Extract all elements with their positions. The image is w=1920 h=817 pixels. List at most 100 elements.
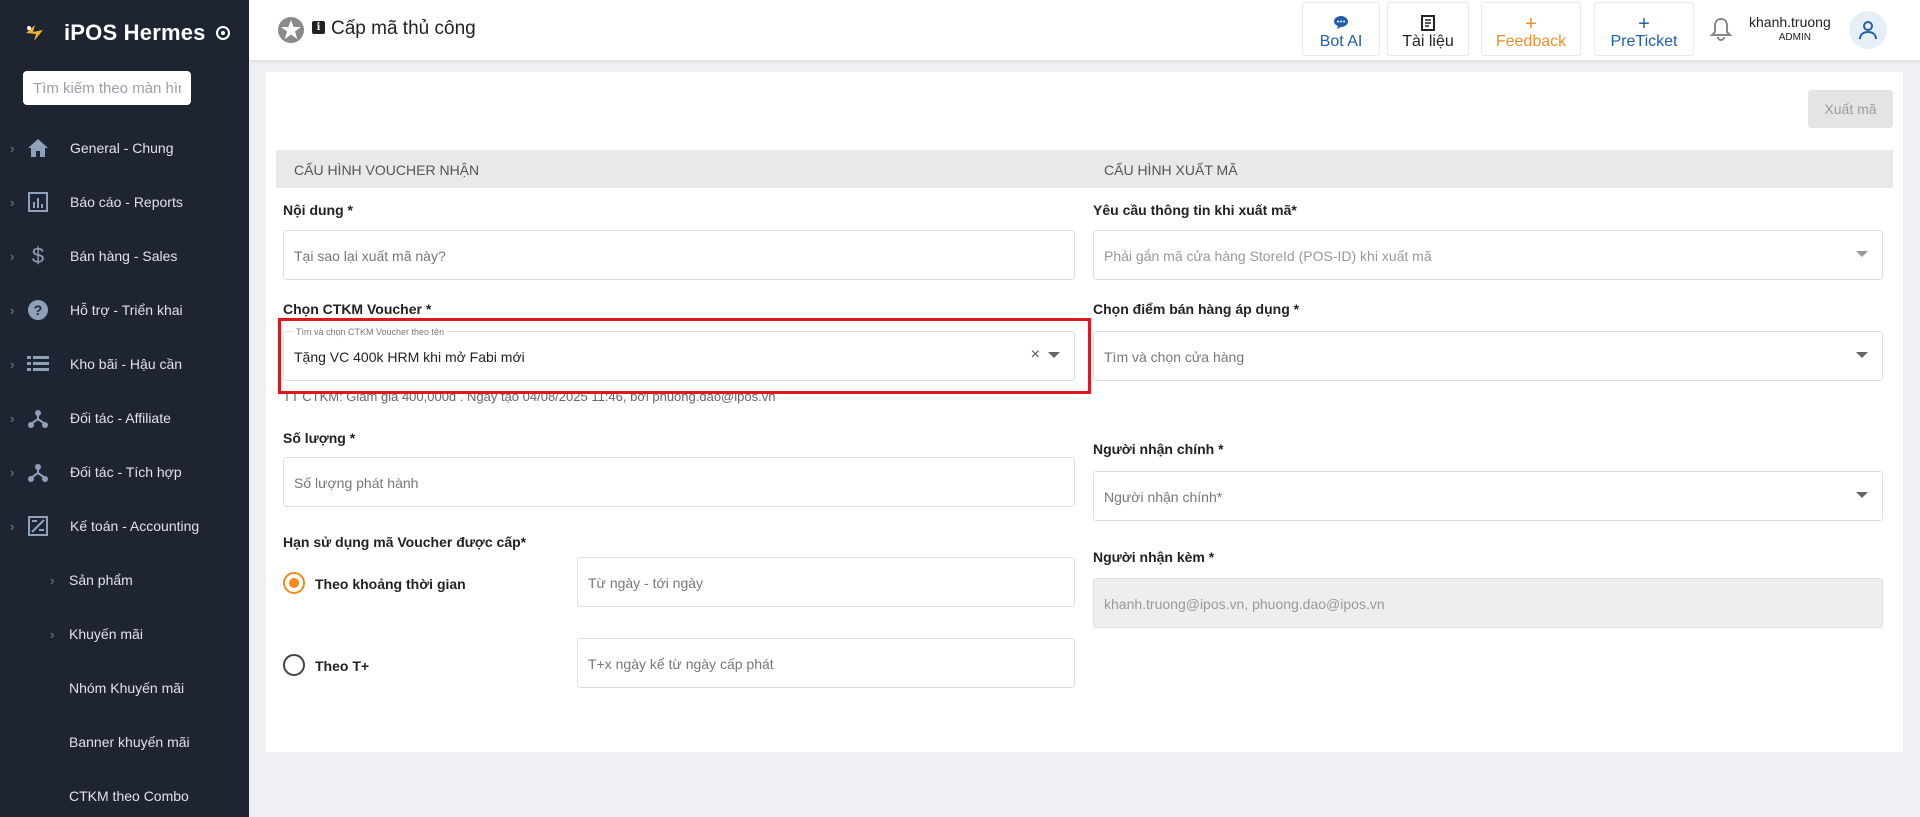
plus-icon: + <box>1638 13 1650 35</box>
chevron-right-icon: › <box>10 302 15 318</box>
export-requirement-placeholder: Phải gắn mã cửa hàng StoreId (POS-ID) kh… <box>1104 248 1432 264</box>
section-voucher-config: CẤU HÌNH VOUCHER NHẬN <box>294 162 480 178</box>
network-icon <box>27 461 49 483</box>
store-select[interactable]: Tìm và chọn cửa hàng <box>1093 331 1883 381</box>
sidebar-subitem-label: CTKM theo Combo <box>69 788 189 804</box>
feedback-label: Feedback <box>1495 33 1567 50</box>
avatar[interactable] <box>1849 11 1887 49</box>
chevron-right-icon: › <box>10 464 15 480</box>
plus-icon: + <box>1525 13 1537 35</box>
store-select-label: Chọn điểm bán hàng áp dụng * <box>1093 301 1300 317</box>
sidebar-subitem-products[interactable]: › Sản phẩm <box>0 553 249 607</box>
expiry-label: Hạn sử dụng mã Voucher được cấp* <box>283 534 527 550</box>
sidebar-item-label: Đối tác - Tích hợp <box>70 464 182 480</box>
quantity-label: Số lượng * <box>283 430 356 446</box>
sidebar: iPOS Hermes › General - Chung › Báo cáo … <box>0 0 249 817</box>
sidebar-item-label: Đối tác - Affiliate <box>70 410 171 426</box>
user-info[interactable]: khanh.truong ADMIN <box>1749 14 1831 43</box>
date-range-input[interactable]: Từ ngày - tới ngày <box>577 557 1075 607</box>
user-icon <box>1859 21 1877 40</box>
chat-icon <box>1303 15 1379 33</box>
sidebar-item-affiliate[interactable]: › Đối tác - Affiliate <box>0 391 249 445</box>
bell-icon[interactable] <box>1709 16 1733 42</box>
help-icon: ? <box>27 299 49 321</box>
chevron-right-icon: › <box>10 356 15 372</box>
sidebar-nav: › General - Chung › Báo cáo - Reports › … <box>0 121 249 817</box>
sidebar-item-accounting[interactable]: › Kế toán - Accounting <box>0 499 249 553</box>
main-recipient-select[interactable]: Người nhận chính* <box>1093 471 1883 521</box>
chevron-down-icon[interactable] <box>1856 352 1868 358</box>
preticket-label: PreTicket <box>1610 33 1678 50</box>
list-icon <box>27 353 49 375</box>
user-name: khanh.truong <box>1749 14 1831 30</box>
accounting-icon <box>27 515 49 537</box>
chevron-right-icon: › <box>10 410 15 426</box>
export-requirement-label: Yêu cầu thông tin khi xuất mã* <box>1093 202 1297 218</box>
page-title: Cấp mã thủ công <box>331 18 476 39</box>
book-icon <box>1388 15 1468 33</box>
main-card: Xuất mã CẤU HÌNH VOUCHER NHẬN CẤU HÌNH X… <box>266 72 1903 752</box>
quantity-input[interactable]: Số lượng phát hành <box>283 457 1075 507</box>
brand[interactable]: iPOS Hermes <box>0 0 249 66</box>
documents-button[interactable]: Tài liệu <box>1387 2 1469 56</box>
t-plus-days-placeholder: T+x ngày kể từ ngày cấp phát <box>588 656 774 672</box>
top-header: i Cấp mã thủ công Bot AI Tài liệu + Feed… <box>249 0 1920 60</box>
ipos-logo-icon <box>22 20 48 46</box>
sidebar-item-label: Báo cáo - Reports <box>70 194 183 210</box>
main-recipient-label: Người nhận chính * <box>1093 441 1224 457</box>
sidebar-subitem-promotion-banner[interactable]: Banner khuyến mãi <box>0 715 249 769</box>
radio-by-t-plus[interactable] <box>283 654 305 676</box>
quantity-placeholder: Số lượng phát hành <box>294 475 419 491</box>
sidebar-subitem-promotions[interactable]: › Khuyến mãi <box>0 607 249 661</box>
sidebar-item-sales[interactable]: › $ Bán hàng - Sales <box>0 229 249 283</box>
bot-ai-button[interactable]: Bot AI <box>1302 2 1380 56</box>
preticket-button[interactable]: + PreTicket <box>1594 2 1694 56</box>
by-t-plus-label: Theo T+ <box>315 658 370 674</box>
chevron-right-icon: › <box>10 194 15 210</box>
chevron-right-icon: › <box>50 626 55 642</box>
star-icon <box>277 16 305 44</box>
chevron-down-icon[interactable] <box>1856 492 1868 498</box>
store-select-placeholder: Tìm và chọn cửa hàng <box>1104 349 1245 365</box>
chevron-right-icon: › <box>50 572 55 588</box>
highlight-box <box>278 318 1091 394</box>
sidebar-item-warehouse[interactable]: › Kho bãi - Hậu cần <box>0 337 249 391</box>
cc-recipient-label: Người nhận kèm * <box>1093 549 1215 565</box>
feedback-button[interactable]: + Feedback <box>1481 2 1581 56</box>
bot-ai-label: Bot AI <box>1319 33 1363 50</box>
sidebar-item-reports[interactable]: › Báo cáo - Reports <box>0 175 249 229</box>
chevron-down-icon: › <box>10 518 15 534</box>
main-recipient-placeholder: Người nhận chính* <box>1104 489 1223 505</box>
sidebar-item-general[interactable]: › General - Chung <box>0 121 249 175</box>
sidebar-item-label: Hỗ trợ - Triển khai <box>70 302 183 318</box>
t-plus-days-input[interactable]: T+x ngày kể từ ngày cấp phát <box>577 638 1075 688</box>
radio-by-time-range[interactable] <box>283 572 305 594</box>
content-placeholder: Tại sao lại xuất mã này? <box>294 248 446 264</box>
sidebar-subitem-label: Sản phẩm <box>69 572 133 588</box>
svg-text:?: ? <box>34 302 43 318</box>
sidebar-subitem-label: Banner khuyến mãi <box>69 734 190 750</box>
sidebar-subitem-combo[interactable]: CTKM theo Combo <box>0 769 249 817</box>
sidebar-search-input[interactable] <box>23 71 191 105</box>
target-icon[interactable] <box>215 26 230 40</box>
sidebar-item-support[interactable]: › ? Hỗ trợ - Triển khai <box>0 283 249 337</box>
sidebar-item-label: Kế toán - Accounting <box>70 518 200 534</box>
sidebar-subitem-promotion-groups[interactable]: Nhóm Khuyến mãi <box>0 661 249 715</box>
brand-name: iPOS Hermes <box>64 20 206 45</box>
network-icon <box>27 407 49 429</box>
chevron-right-icon: › <box>10 140 15 156</box>
chevron-down-icon[interactable] <box>1856 251 1868 257</box>
export-code-button[interactable]: Xuất mã <box>1808 90 1893 128</box>
home-icon <box>27 137 49 159</box>
cc-recipient-field: khanh.truong@ipos.vn, phuong.dao@ipos.vn <box>1093 578 1883 628</box>
dollar-icon: $ <box>31 243 45 268</box>
sidebar-item-integration[interactable]: › Đối tác - Tích hợp <box>0 445 249 499</box>
sidebar-item-label: General - Chung <box>70 140 174 156</box>
content-label: Nội dung * <box>283 202 353 218</box>
ctkm-voucher-label: Chọn CTKM Voucher * <box>283 301 432 317</box>
sidebar-item-label: Bán hàng - Sales <box>70 248 178 264</box>
content-input[interactable]: Tại sao lại xuất mã này? <box>283 230 1075 280</box>
sidebar-subitem-label: Nhóm Khuyến mãi <box>69 680 185 696</box>
export-requirement-select[interactable]: Phải gắn mã cửa hàng StoreId (POS-ID) kh… <box>1093 230 1883 280</box>
info-icon: i <box>312 21 325 34</box>
